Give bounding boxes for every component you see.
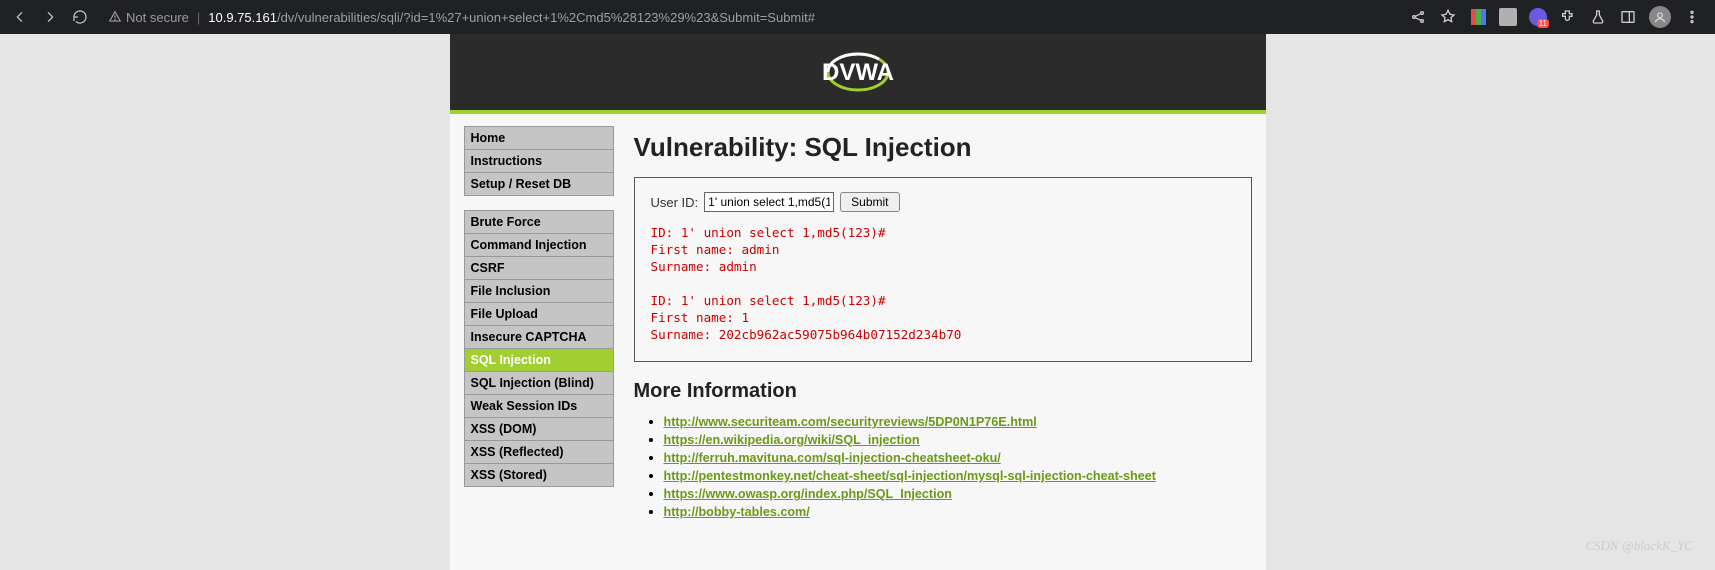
sidebar-item[interactable]: Weak Session IDs xyxy=(464,395,614,418)
extension-3-icon[interactable]: 11 xyxy=(1529,8,1547,26)
query-results: ID: 1' union select 1,md5(123)# First na… xyxy=(651,224,1235,343)
back-button[interactable] xyxy=(8,5,32,29)
sidebar-item[interactable]: Setup / Reset DB xyxy=(464,173,614,196)
info-link[interactable]: http://bobby-tables.com/ xyxy=(664,505,810,519)
sidebar-item[interactable]: XSS (DOM) xyxy=(464,418,614,441)
page-body: DVWA HomeInstructionsSetup / Reset DB Br… xyxy=(0,34,1715,570)
share-icon[interactable] xyxy=(1409,8,1427,26)
url-separator: | xyxy=(197,10,200,25)
extensions-puzzle-icon[interactable] xyxy=(1559,8,1577,26)
submit-button[interactable]: Submit xyxy=(840,192,899,212)
page-title: Vulnerability: SQL Injection xyxy=(634,132,1252,163)
list-item: http://pentestmonkey.net/cheat-sheet/sql… xyxy=(664,467,1252,485)
sidebar-item[interactable]: Command Injection xyxy=(464,234,614,257)
extension-1-icon[interactable] xyxy=(1469,8,1487,26)
list-item: https://www.owasp.org/index.php/SQL_Inje… xyxy=(664,485,1252,503)
watermark: CSDN @blackK_YC xyxy=(1585,538,1693,554)
sidebar-item[interactable]: XSS (Reflected) xyxy=(464,441,614,464)
sidebar-item[interactable]: Brute Force xyxy=(464,210,614,234)
dvwa-logo[interactable]: DVWA xyxy=(798,44,918,100)
labs-flask-icon[interactable] xyxy=(1589,8,1607,26)
sidebar-item[interactable]: XSS (Stored) xyxy=(464,464,614,487)
list-item: http://bobby-tables.com/ xyxy=(664,503,1252,521)
info-link[interactable]: http://ferruh.mavituna.com/sql-injection… xyxy=(664,451,1001,465)
user-id-input[interactable] xyxy=(704,192,834,212)
list-item: http://ferruh.mavituna.com/sql-injection… xyxy=(664,449,1252,467)
security-indicator[interactable]: Not secure xyxy=(108,10,189,25)
sidebar-item[interactable]: Instructions xyxy=(464,150,614,173)
url-bar[interactable]: Not secure | 10.9.75.161/dv/vulnerabilit… xyxy=(98,10,1403,25)
sidebar-item[interactable]: File Upload xyxy=(464,303,614,326)
svg-text:DVWA: DVWA xyxy=(822,59,894,86)
bookmark-icon[interactable] xyxy=(1439,8,1457,26)
more-info-title: More Information xyxy=(634,380,1252,403)
sidebar-item[interactable]: CSRF xyxy=(464,257,614,280)
sidebar-item[interactable]: File Inclusion xyxy=(464,280,614,303)
forward-button[interactable] xyxy=(38,5,62,29)
user-id-label: User ID: xyxy=(651,195,699,210)
info-link[interactable]: http://pentestmonkey.net/cheat-sheet/sql… xyxy=(664,469,1156,483)
menu-icon[interactable] xyxy=(1683,8,1701,26)
extension-icons: 11 xyxy=(1409,6,1707,28)
app-container: DVWA HomeInstructionsSetup / Reset DB Br… xyxy=(450,34,1266,570)
url-path: /dv/vulnerabilities/sqli/?id=1%27+union+… xyxy=(277,10,815,25)
browser-toolbar: Not secure | 10.9.75.161/dv/vulnerabilit… xyxy=(0,0,1715,34)
more-info-links: http://www.securiteam.com/securityreview… xyxy=(664,413,1252,521)
list-item: http://www.securiteam.com/securityreview… xyxy=(664,413,1252,431)
info-link[interactable]: https://www.owasp.org/index.php/SQL_Inje… xyxy=(664,487,953,501)
main-content: Vulnerability: SQL Injection User ID: Su… xyxy=(620,126,1266,535)
url-host: 10.9.75.161 xyxy=(208,10,277,25)
sidebar-item[interactable]: SQL Injection (Blind) xyxy=(464,372,614,395)
side-panel-icon[interactable] xyxy=(1619,8,1637,26)
menu-group-2: Brute ForceCommand InjectionCSRFFile Inc… xyxy=(464,210,614,487)
info-link[interactable]: http://www.securiteam.com/securityreview… xyxy=(664,415,1037,429)
not-secure-label: Not secure xyxy=(126,10,189,25)
profile-icon[interactable] xyxy=(1649,6,1671,28)
sidebar-item[interactable]: SQL Injection xyxy=(464,349,614,372)
list-item: https://en.wikipedia.org/wiki/SQL_inject… xyxy=(664,431,1252,449)
form-box: User ID: Submit ID: 1' union select 1,md… xyxy=(634,177,1252,362)
sidebar-item[interactable]: Home xyxy=(464,126,614,150)
sidebar: HomeInstructionsSetup / Reset DB Brute F… xyxy=(450,126,620,535)
sidebar-item[interactable]: Insecure CAPTCHA xyxy=(464,326,614,349)
menu-group-1: HomeInstructionsSetup / Reset DB xyxy=(464,126,614,196)
reload-button[interactable] xyxy=(68,5,92,29)
extension-2-icon[interactable] xyxy=(1499,8,1517,26)
info-link[interactable]: https://en.wikipedia.org/wiki/SQL_inject… xyxy=(664,433,920,447)
url-text: 10.9.75.161/dv/vulnerabilities/sqli/?id=… xyxy=(208,10,815,25)
app-header: DVWA xyxy=(450,34,1266,110)
